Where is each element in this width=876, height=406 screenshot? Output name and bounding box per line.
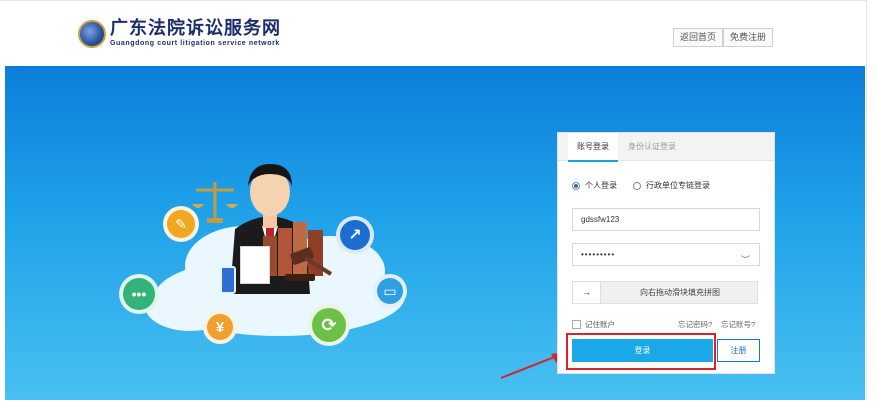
forgot-account-link[interactable]: 忘记账号?: [721, 319, 755, 330]
return-home-button[interactable]: 返回首页: [673, 28, 724, 47]
radio-personal-label: 个人登录: [585, 181, 617, 190]
slider-captcha: → 向右拖动滑块填充拼图: [572, 281, 758, 304]
document-icon: ✎: [163, 206, 199, 242]
gavel-icon: [285, 247, 333, 281]
register-button[interactable]: 注册: [717, 339, 760, 362]
tab-account-login[interactable]: 账号登录: [568, 133, 618, 162]
radio-government[interactable]: 行政单位专链登录: [633, 180, 710, 191]
yuan-icon: ¥: [203, 310, 237, 344]
arrow-up-right-icon: ↗: [336, 216, 374, 254]
forgot-password-link[interactable]: 忘记密码?: [678, 319, 712, 330]
username-field[interactable]: gdssfw123: [572, 208, 760, 231]
radio-government-indicator[interactable]: [633, 181, 641, 190]
radio-government-label: 行政单位专链登录: [646, 181, 710, 190]
logo-text: 广东法院诉讼服务网 Guangdong court litigation ser…: [110, 19, 281, 48]
remember-checkbox[interactable]: [572, 320, 581, 329]
court-emblem-icon: [78, 19, 106, 48]
login-type-group: 个人登录 行政单位专链登录: [572, 180, 726, 191]
remember-account[interactable]: 记住账户: [572, 319, 615, 330]
scrollbar-track[interactable]: [866, 0, 876, 406]
slider-handle[interactable]: →: [573, 282, 601, 303]
bottom-edge: [0, 400, 876, 406]
login-panel: 账号登录 身份认证登录 个人登录 行政单位专链登录 gdssfw123 ••••…: [557, 132, 775, 374]
chat-icon: •••: [119, 274, 159, 314]
login-tabs: 账号登录 身份认证登录: [558, 133, 774, 162]
phone-icon: [220, 266, 236, 294]
tab-identity-login[interactable]: 身份认证登录: [628, 133, 676, 161]
remember-label: 记住账户: [585, 320, 615, 329]
eye-toggle-icon[interactable]: ︶: [741, 250, 751, 271]
site-logo[interactable]: 广东法院诉讼服务网 Guangdong court litigation ser…: [78, 19, 281, 48]
logo-subtitle: Guangdong court litigation service netwo…: [110, 40, 280, 47]
free-register-button[interactable]: 免费注册: [723, 28, 774, 47]
password-field[interactable]: ••••••••• ︶: [572, 243, 760, 266]
login-button[interactable]: 登录: [572, 339, 713, 362]
document-illustration: [240, 246, 270, 284]
refresh-icon: ⟳: [308, 304, 350, 346]
logo-title: 广东法院诉讼服务网: [110, 18, 281, 39]
slider-instruction: 向右拖动滑块填充拼图: [640, 288, 720, 297]
top-header: 广东法院诉讼服务网 Guangdong court litigation ser…: [0, 0, 876, 66]
password-value: •••••••••: [581, 250, 616, 259]
radio-personal[interactable]: 个人登录: [572, 180, 617, 191]
monitor-icon: ▭: [373, 274, 407, 308]
radio-personal-indicator[interactable]: [572, 181, 580, 190]
